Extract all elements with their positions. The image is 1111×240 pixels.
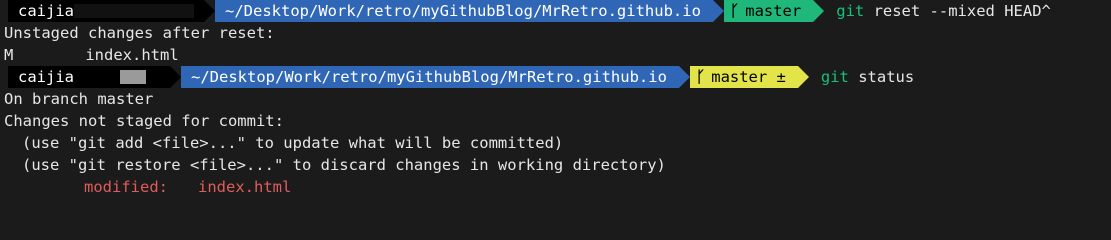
terminal-window[interactable]: caijia ~/Desktop/Work/retro/myGithubBlog… — [0, 0, 1111, 218]
command-text: git status — [821, 66, 914, 88]
status-flag: M — [4, 46, 14, 64]
modified-line: modified: index.html — [4, 176, 1111, 198]
segment-separator — [204, 0, 215, 22]
redacted-mask — [120, 70, 146, 84]
segment-separator — [170, 66, 181, 88]
command-git-word: git — [836, 2, 865, 20]
output-line: Unstaged changes after reset: — [4, 24, 275, 42]
git-branch-icon: ᚴ — [695, 68, 706, 86]
prompt-path: ~/Desktop/Work/retro/myGithubBlog/MrRetr… — [191, 68, 667, 86]
prompt-path-segment: ~/Desktop/Work/retro/myGithubBlog/MrRetr… — [215, 0, 713, 22]
segment-separator — [712, 0, 724, 22]
command-args: reset --mixed HEAD^ — [864, 2, 1051, 20]
segment-separator — [678, 66, 690, 88]
prompt-path-segment: ~/Desktop/Work/retro/myGithubBlog/MrRetr… — [181, 66, 679, 88]
output-line: Mindex.html — [4, 44, 1111, 66]
prompt-user: caijia — [18, 2, 74, 20]
prompt-line-1: caijia ~/Desktop/Work/retro/myGithubBlog… — [4, 0, 1111, 22]
prompt-line-2: caijia ~/Desktop/Work/retro/myGithubBlog… — [4, 66, 1111, 88]
redacted-mask — [74, 4, 194, 18]
prompt-branch-segment: ᚴ master — [723, 0, 814, 22]
prompt-user-segment: caijia — [8, 0, 204, 22]
prompt-user-segment: caijia — [8, 66, 170, 88]
git-branch-icon: ᚴ — [729, 2, 740, 20]
command-args: status — [848, 68, 915, 86]
output-hint: (use "git add <file>..." to update what … — [22, 134, 564, 152]
output-file: index.html — [85, 46, 179, 64]
segment-separator — [813, 0, 825, 22]
prompt-branch: master ± — [711, 68, 786, 86]
command-git-word: git — [820, 68, 849, 86]
prompt-branch: master — [745, 2, 802, 20]
segment-separator — [797, 66, 809, 88]
command-text: git reset --mixed HEAD^ — [836, 0, 1051, 22]
modified-label: modified: — [84, 178, 168, 196]
output-line: On branch master — [4, 90, 154, 108]
prompt-user: caijia — [18, 68, 74, 86]
prompt-path: ~/Desktop/Work/retro/myGithubBlog/MrRetr… — [225, 2, 701, 20]
output-hint: (use "git restore <file>..." to discard … — [22, 156, 666, 174]
modified-file: index.html — [198, 178, 292, 196]
output-line: Changes not staged for commit: — [4, 112, 284, 130]
prompt-branch-segment: ᚴ master ± — [689, 66, 798, 88]
